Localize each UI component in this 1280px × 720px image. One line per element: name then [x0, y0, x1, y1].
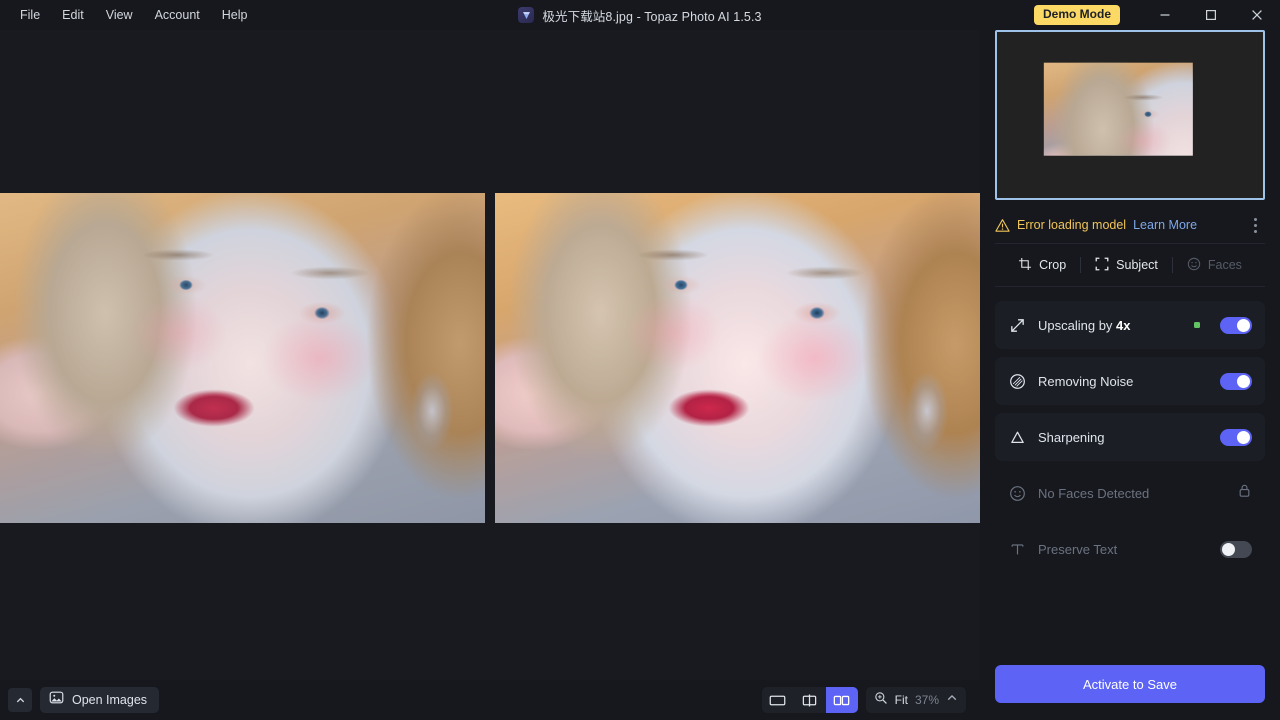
module-upscaling[interactable]: Upscaling by 4x	[995, 301, 1265, 349]
bottom-toolbar: Open Images Fit 37%	[0, 680, 980, 720]
activate-to-save-button[interactable]: Activate to Save	[995, 665, 1265, 703]
thumbnail-photo	[1043, 62, 1193, 156]
image-canvas[interactable]	[0, 30, 980, 680]
noise-circle-icon	[1007, 373, 1027, 390]
comparison-view	[0, 193, 980, 523]
face-smiley-icon	[1187, 257, 1201, 274]
title-bar: File Edit View Account Help 极光下载站8.jpg -…	[0, 0, 1280, 30]
module-removing-noise-toggle[interactable]	[1220, 372, 1252, 390]
menu-item-help[interactable]: Help	[212, 5, 258, 26]
menu-item-view[interactable]: View	[96, 5, 143, 26]
activate-to-save-label: Activate to Save	[1083, 676, 1177, 692]
single-pane-icon[interactable]	[762, 687, 794, 713]
upscale-factor: 4x	[1116, 317, 1131, 333]
maximize-button[interactable]	[1188, 0, 1234, 30]
menu-item-edit[interactable]: Edit	[52, 5, 94, 26]
minimize-button[interactable]	[1142, 0, 1188, 30]
lock-icon	[1237, 483, 1252, 503]
module-faces-label: No Faces Detected	[1038, 485, 1150, 501]
open-images-label: Open Images	[72, 693, 148, 707]
module-upscaling-label: Upscaling by 4x	[1038, 317, 1131, 333]
zoom-magnifier-icon	[874, 691, 888, 710]
status-dot	[1194, 322, 1200, 328]
view-controls: Fit 37%	[761, 687, 980, 713]
module-preserve-text[interactable]: Preserve Text	[995, 525, 1265, 573]
split-pane-icon[interactable]	[794, 687, 826, 713]
image-icon	[49, 690, 64, 710]
module-removing-noise-label: Removing Noise	[1038, 373, 1134, 389]
module-sharpening-toggle[interactable]	[1220, 428, 1252, 446]
open-images-button[interactable]: Open Images	[40, 687, 160, 713]
module-removing-noise[interactable]: Removing Noise	[995, 357, 1265, 405]
zoom-expand-chevron-up-icon[interactable]	[946, 691, 958, 709]
faces-button[interactable]: Faces	[1173, 251, 1256, 279]
module-preserve-text-toggle[interactable]	[1220, 540, 1252, 558]
view-mode-group	[761, 687, 858, 713]
subject-brackets-icon	[1095, 257, 1109, 274]
error-message: Error loading model	[1017, 218, 1127, 232]
right-panel: Error loading model Learn More Crop Subj…	[980, 30, 1280, 720]
panel-spacer	[995, 573, 1265, 665]
close-button[interactable]	[1234, 0, 1280, 30]
module-faces[interactable]: No Faces Detected	[995, 469, 1265, 517]
tool-row: Crop Subject Faces	[995, 243, 1265, 287]
kebab-menu-icon[interactable]	[1245, 213, 1265, 237]
module-upscaling-toggle[interactable]	[1220, 316, 1252, 334]
original-image-pane[interactable]	[0, 193, 485, 523]
zoom-control[interactable]: Fit 37%	[865, 687, 966, 713]
app-window: File Edit View Account Help 极光下载站8.jpg -…	[0, 0, 1280, 720]
subject-label: Subject	[1116, 258, 1158, 272]
enhanced-photo	[495, 193, 980, 523]
zoom-fit-label: Fit	[894, 693, 908, 707]
gem-icon	[518, 7, 535, 23]
module-sharpening[interactable]: Sharpening	[995, 413, 1265, 461]
menu-bar: File Edit View Account Help	[0, 0, 257, 30]
face-smiley-icon	[1007, 485, 1027, 502]
demo-mode-badge[interactable]: Demo Mode	[1033, 4, 1120, 26]
sharpen-triangle-icon	[1007, 429, 1027, 446]
window-controls: Demo Mode	[1033, 0, 1280, 30]
original-photo	[0, 193, 485, 523]
menu-item-account[interactable]: Account	[145, 5, 210, 26]
faces-label: Faces	[1207, 258, 1242, 272]
enhancement-modules: Upscaling by 4x Removing Noise Sharpenin…	[995, 301, 1265, 573]
window-title: 极光下载站8.jpg - Topaz Photo AI 1.5.3	[542, 9, 762, 24]
module-preserve-text-label: Preserve Text	[1038, 541, 1118, 557]
zoom-percent-label: 37%	[914, 693, 939, 707]
subject-button[interactable]: Subject	[1081, 251, 1172, 279]
status-row: Error loading model Learn More	[995, 209, 1265, 241]
enhanced-image-pane[interactable]	[495, 193, 980, 523]
crop-button[interactable]: Crop	[1004, 251, 1080, 279]
text-t-icon	[1007, 541, 1027, 558]
learn-more-link[interactable]: Learn More	[1133, 218, 1197, 232]
module-sharpening-label: Sharpening	[1038, 429, 1105, 445]
menu-item-file[interactable]: File	[10, 5, 50, 26]
chevron-up-icon[interactable]	[8, 688, 32, 712]
crop-label: Crop	[1039, 258, 1067, 272]
double-pane-icon[interactable]	[825, 687, 858, 713]
image-thumbnail[interactable]	[995, 30, 1265, 200]
upscale-arrows-icon	[1007, 317, 1027, 334]
warning-triangle-icon	[995, 218, 1010, 233]
crop-icon	[1018, 257, 1032, 274]
